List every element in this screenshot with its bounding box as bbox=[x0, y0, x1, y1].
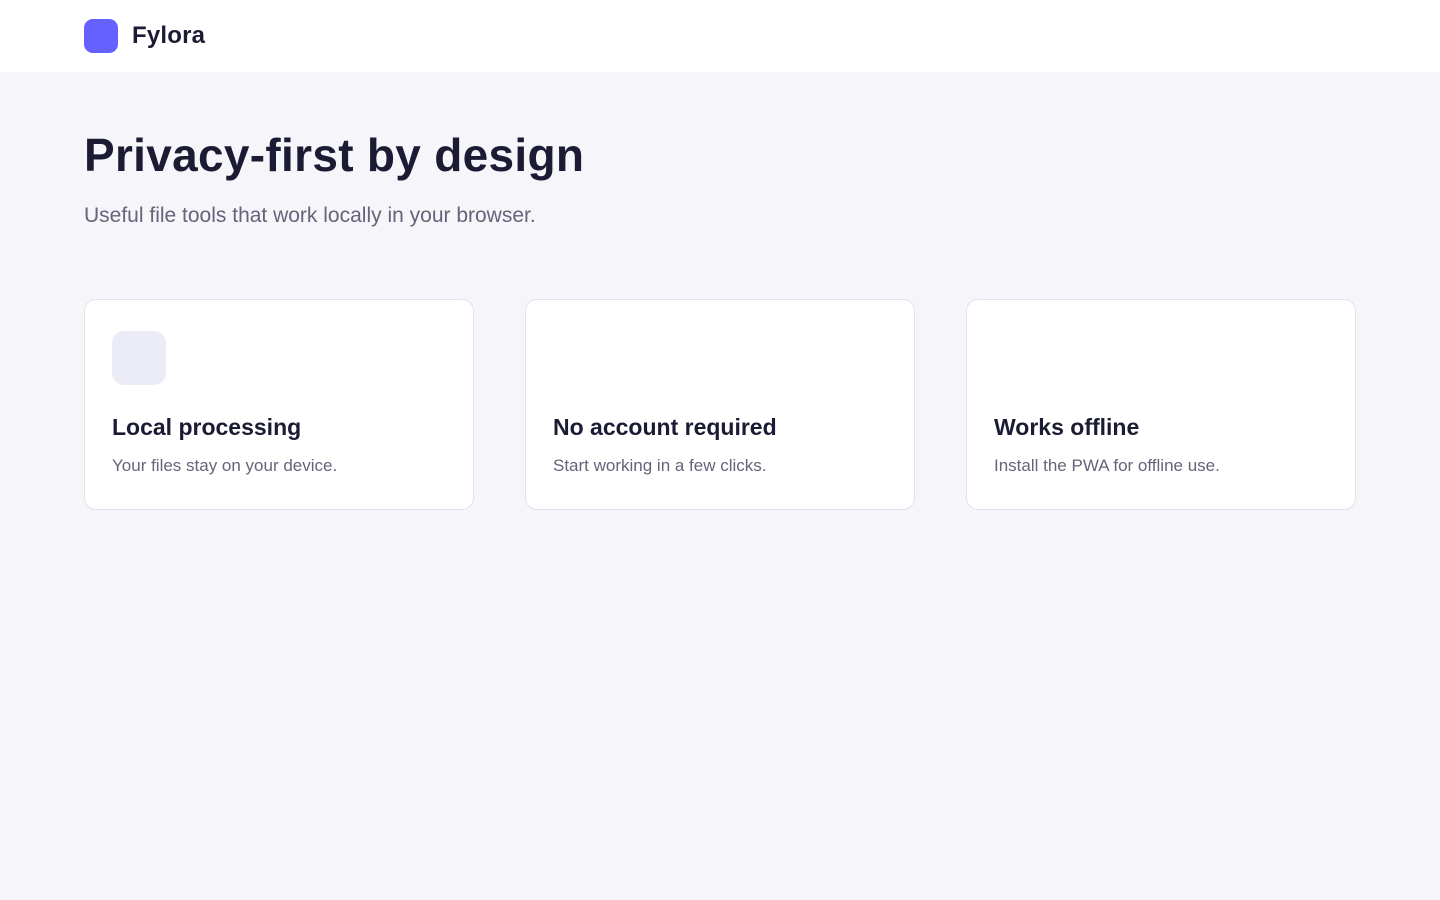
feature-card-offline: Works offline Install the PWA for offlin… bbox=[966, 299, 1356, 510]
feature-icon-placeholder bbox=[112, 331, 166, 385]
feature-card-description: Your files stay on your device. bbox=[112, 456, 338, 475]
hero-section: Privacy-first by design Useful file tool… bbox=[0, 72, 1440, 229]
feature-card-title: Works offline bbox=[994, 414, 1140, 440]
feature-icon-empty bbox=[994, 331, 1048, 385]
feature-card-description: Start working in a few clicks. bbox=[553, 456, 767, 475]
page-title: Privacy-first by design bbox=[84, 129, 585, 181]
feature-card-description: Install the PWA for offline use. bbox=[994, 456, 1220, 475]
feature-card-local-processing: Local processing Your files stay on your… bbox=[84, 299, 474, 510]
feature-card-title: No account required bbox=[553, 414, 777, 440]
feature-card-no-account: No account required Start working in a f… bbox=[525, 299, 915, 510]
fylora-logo-icon[interactable] bbox=[84, 19, 118, 53]
top-bar: Fylora bbox=[0, 0, 1440, 72]
feature-cards: Local processing Your files stay on your… bbox=[84, 299, 1356, 510]
brand-name[interactable]: Fylora bbox=[132, 22, 205, 50]
feature-card-title: Local processing bbox=[112, 414, 302, 440]
page-subtitle: Useful file tools that work locally in y… bbox=[84, 204, 536, 227]
feature-icon-empty bbox=[553, 331, 607, 385]
